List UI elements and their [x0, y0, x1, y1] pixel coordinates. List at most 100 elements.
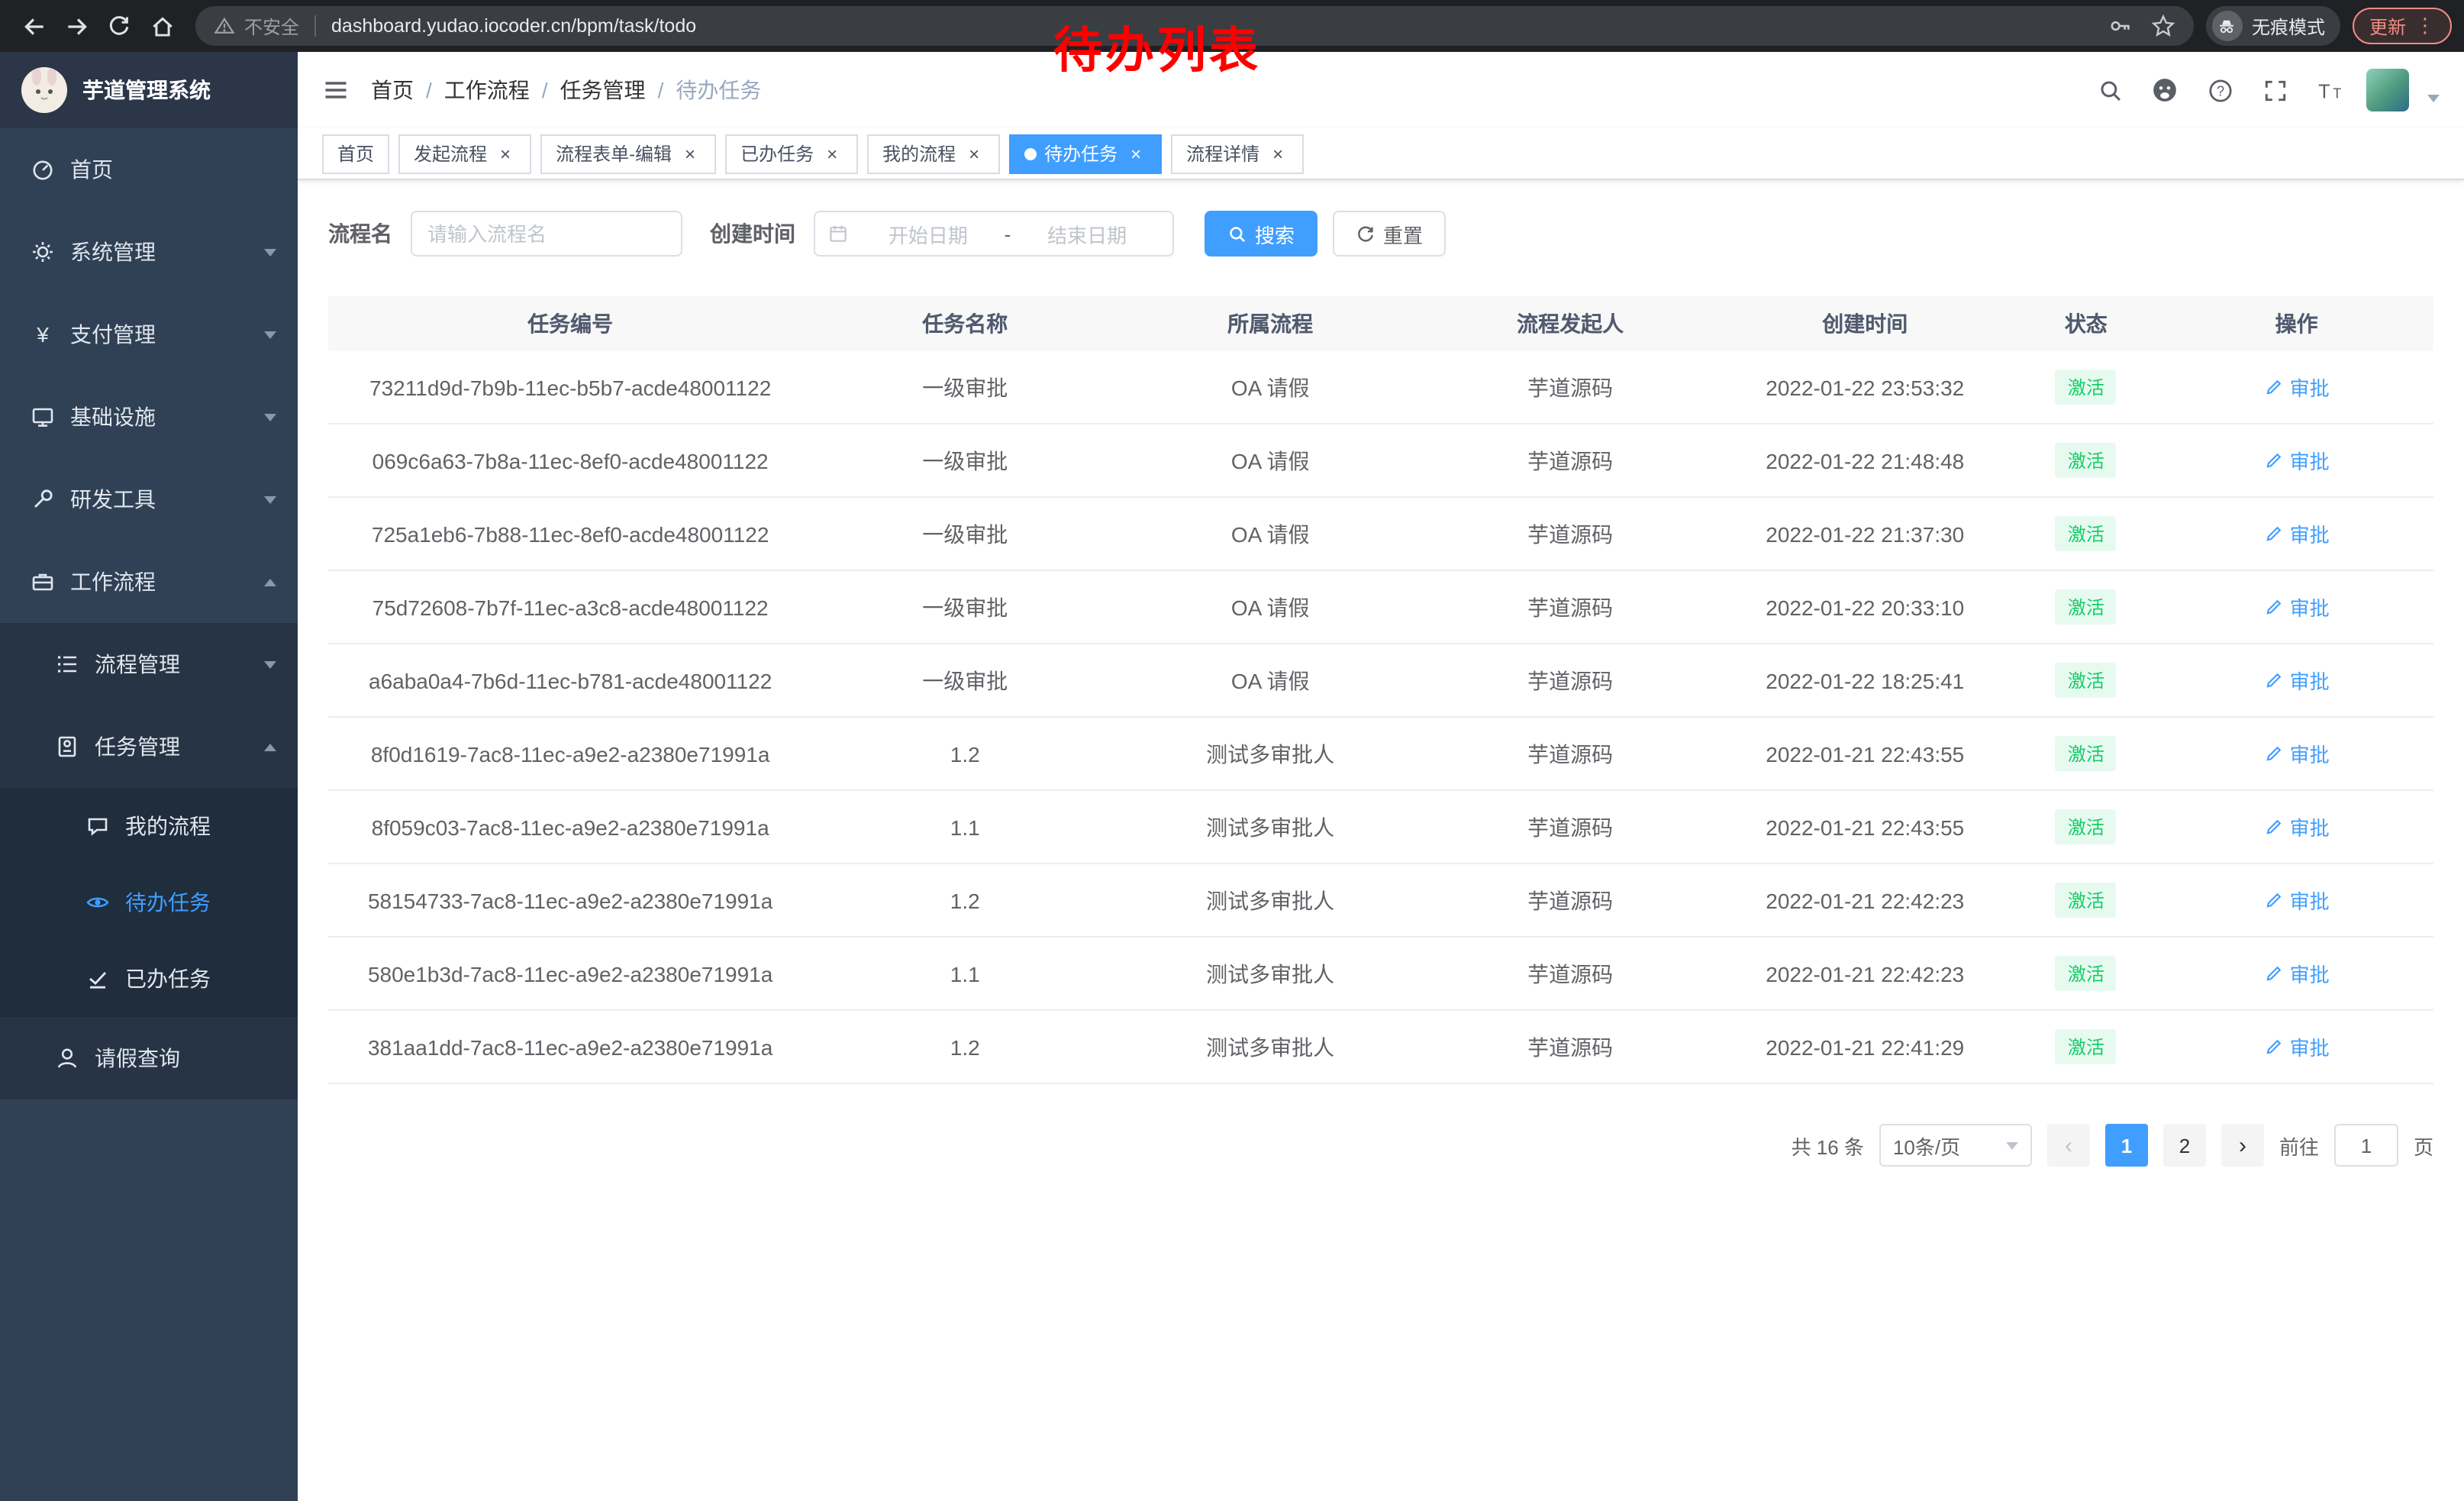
avatar[interactable] — [2366, 69, 2409, 111]
tab-process-detail[interactable]: 流程详情× — [1171, 134, 1304, 173]
approve-link[interactable]: 审批 — [2264, 959, 2330, 988]
cell-starter: 芋道源码 — [1423, 885, 1717, 915]
url-text: dashboard.yudao.iocoder.cn/bpm/task/todo — [331, 15, 696, 37]
cell-task-id: 8f059c03-7ac8-11ec-a9e2-a2380e71991a — [328, 815, 812, 839]
goto-page-input[interactable] — [2334, 1124, 2398, 1167]
table-header: 任务编号 任务名称 所属流程 流程发起人 创建时间 状态 操作 — [328, 296, 2433, 351]
cell-create-time: 2022-01-22 21:48:48 — [1717, 448, 2012, 473]
cell-starter: 芋道源码 — [1423, 665, 1717, 696]
close-icon[interactable]: × — [1125, 143, 1147, 164]
cell-task-id: 580e1b3d-7ac8-11ec-a9e2-a2380e71991a — [328, 961, 812, 986]
app-title: 芋道管理系统 — [82, 75, 211, 105]
approve-link[interactable]: 审批 — [2264, 519, 2330, 548]
next-page-button[interactable]: › — [2221, 1124, 2264, 1167]
edit-icon — [2264, 597, 2284, 617]
font-size-icon[interactable]: TT — [2311, 72, 2348, 108]
refresh-icon — [1356, 224, 1376, 244]
col-flow: 所属流程 — [1118, 308, 1423, 339]
cell-task-id: 73211d9d-7b9b-11ec-b5b7-acde48001122 — [328, 375, 812, 399]
sidebar-item-todo-tasks[interactable]: 待办任务 — [0, 864, 298, 941]
breadcrumb-task-mgmt[interactable]: 任务管理 — [560, 75, 646, 105]
cell-flow: OA 请假 — [1118, 665, 1423, 696]
page-1-button[interactable]: 1 — [2105, 1124, 2148, 1167]
search-button[interactable]: 搜索 — [1205, 211, 1317, 257]
approve-link[interactable]: 审批 — [2264, 592, 2330, 621]
col-task-id: 任务编号 — [328, 308, 812, 339]
start-date-placeholder: 开始日期 — [855, 219, 1001, 248]
breadcrumb-workflow[interactable]: 工作流程 — [444, 75, 530, 105]
navbar: 首页 / 工作流程 / 任务管理 / 待办任务 ? — [298, 52, 2464, 128]
tab-start-process[interactable]: 发起流程× — [398, 134, 531, 173]
cell-flow: OA 请假 — [1118, 445, 1423, 476]
tab-home[interactable]: 首页 — [322, 134, 389, 173]
chevron-down-icon[interactable] — [2427, 94, 2440, 102]
tab-form-edit[interactable]: 流程表单-编辑× — [540, 134, 716, 173]
breadcrumb-home[interactable]: 首页 — [371, 75, 414, 105]
update-button[interactable]: 更新 ⋮ — [2353, 8, 2452, 44]
table-row: a6aba0a4-7b6d-11ec-b781-acde48001122 一级审… — [328, 644, 2433, 718]
table-row: 75d72608-7b7f-11ec-a3c8-acde48001122 一级审… — [328, 571, 2433, 644]
key-icon[interactable] — [2108, 14, 2133, 38]
approve-link[interactable]: 审批 — [2264, 373, 2330, 402]
help-icon[interactable]: ? — [2201, 72, 2238, 108]
cell-task-name: 一级审批 — [812, 372, 1118, 402]
sidebar-item-home[interactable]: 首页 — [0, 128, 298, 211]
sidebar-item-process-mgmt[interactable]: 流程管理 — [0, 623, 298, 705]
github-icon[interactable] — [2146, 72, 2183, 108]
cell-flow: 测试多审批人 — [1118, 1031, 1423, 1062]
breadcrumb-current: 待办任务 — [676, 75, 761, 105]
tab-done-tasks[interactable]: 已办任务× — [725, 134, 858, 173]
cell-create-time: 2022-01-21 22:43:55 — [1717, 741, 2012, 766]
home-button[interactable] — [140, 5, 183, 47]
back-button[interactable] — [12, 5, 55, 47]
chevron-down-icon — [264, 413, 276, 421]
tab-todo-tasks[interactable]: 待办任务× — [1009, 134, 1162, 173]
yen-icon: ¥ — [31, 322, 55, 347]
sidebar-item-task-mgmt[interactable]: 任务管理 — [0, 705, 298, 788]
approve-link[interactable]: 审批 — [2264, 739, 2330, 768]
close-icon[interactable]: × — [1267, 143, 1288, 164]
reset-button[interactable]: 重置 — [1333, 211, 1446, 257]
chevron-down-icon — [264, 331, 276, 338]
tab-my-process[interactable]: 我的流程× — [867, 134, 1000, 173]
approve-link[interactable]: 审批 — [2264, 446, 2330, 475]
cell-task-id: a6aba0a4-7b6d-11ec-b781-acde48001122 — [328, 668, 812, 692]
close-icon[interactable]: × — [495, 143, 516, 164]
approve-link[interactable]: 审批 — [2264, 886, 2330, 915]
sidebar-item-system[interactable]: 系统管理 — [0, 211, 298, 293]
close-icon[interactable]: × — [963, 143, 985, 164]
table-row: 8f0d1619-7ac8-11ec-a9e2-a2380e71991a 1.2… — [328, 718, 2433, 791]
fullscreen-icon[interactable] — [2256, 72, 2293, 108]
page-size-select[interactable]: 10条/页 — [1879, 1124, 2032, 1167]
filter-bar: 流程名 创建时间 开始日期 - 结束日期 搜索 重置 — [328, 211, 2433, 257]
process-name-input[interactable] — [411, 211, 682, 257]
search-icon[interactable] — [2091, 72, 2128, 108]
sidebar-item-my-process[interactable]: 我的流程 — [0, 788, 298, 864]
kebab-menu-icon[interactable]: ⋮ — [2415, 14, 2435, 38]
forward-button[interactable] — [55, 5, 98, 47]
approve-link[interactable]: 审批 — [2264, 666, 2330, 695]
sidebar-item-done-tasks[interactable]: 已办任务 — [0, 941, 298, 1017]
page-2-button[interactable]: 2 — [2163, 1124, 2206, 1167]
approve-link[interactable]: 审批 — [2264, 812, 2330, 841]
prev-page-button[interactable]: ‹ — [2047, 1124, 2090, 1167]
sidebar-item-payment[interactable]: ¥ 支付管理 — [0, 293, 298, 376]
tools-icon — [31, 487, 55, 512]
sidebar-item-leave-query[interactable]: 请假查询 — [0, 1017, 298, 1099]
cell-starter: 芋道源码 — [1423, 812, 1717, 842]
warning-icon — [214, 15, 235, 37]
date-range-picker[interactable]: 开始日期 - 结束日期 — [814, 211, 1174, 257]
page-unit: 页 — [2414, 1131, 2433, 1160]
briefcase-icon — [31, 570, 55, 594]
approve-link[interactable]: 审批 — [2264, 1032, 2330, 1061]
bookmark-star-icon[interactable] — [2151, 14, 2175, 38]
sidebar-item-workflow[interactable]: 工作流程 — [0, 541, 298, 623]
cell-task-id: 75d72608-7b7f-11ec-a3c8-acde48001122 — [328, 595, 812, 619]
sidebar-item-devtools[interactable]: 研发工具 — [0, 458, 298, 541]
sidebar-collapse-icon[interactable] — [322, 76, 350, 104]
edit-icon — [2264, 1037, 2284, 1057]
sidebar-item-infra[interactable]: 基础设施 — [0, 376, 298, 458]
close-icon[interactable]: × — [679, 143, 701, 164]
close-icon[interactable]: × — [821, 143, 843, 164]
reload-button[interactable] — [98, 5, 140, 47]
